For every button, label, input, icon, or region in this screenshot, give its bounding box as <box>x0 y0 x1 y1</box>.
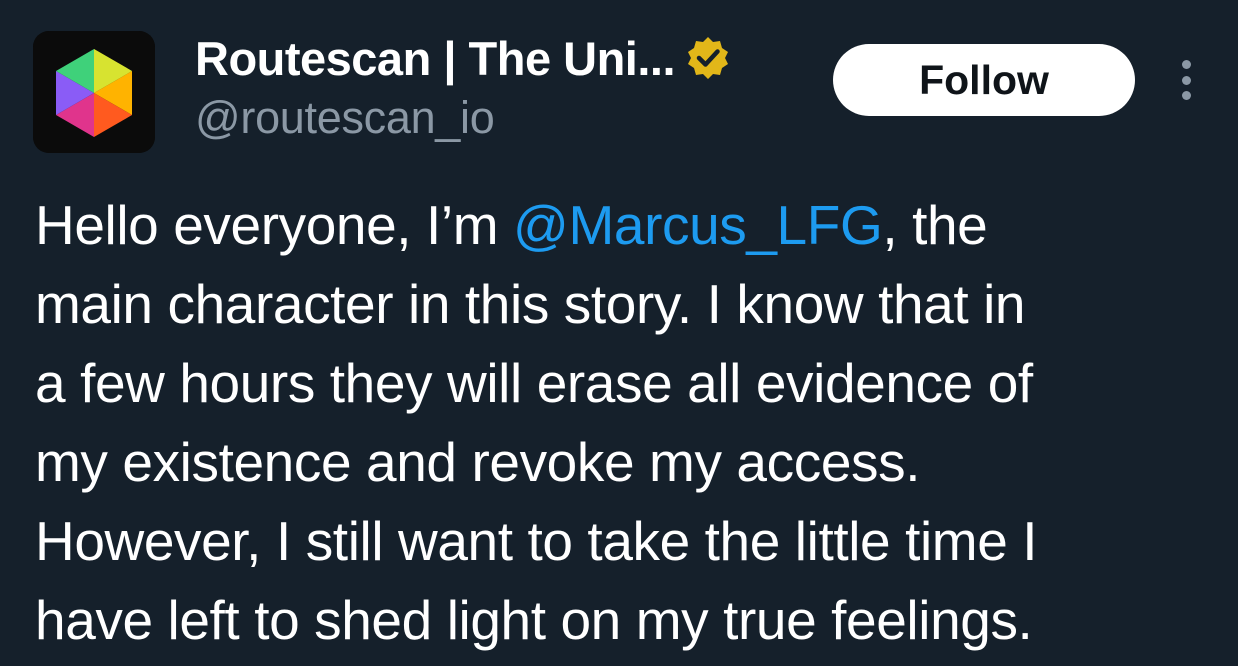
author-display-name[interactable]: Routescan | The Uni... <box>195 31 676 86</box>
tweet-line-6: have left to shed light on my true feeli… <box>35 589 1033 651</box>
tweet-line-5: However, I still want to take the little… <box>35 510 1038 572</box>
tweet-line-1: Hello everyone, I’m @Marcus_LFG, the <box>35 186 1235 265</box>
tweet-line-3: a few hours they will erase all evidence… <box>35 352 1033 414</box>
tweet-text: Hello everyone, I’m @Marcus_LFG, the mai… <box>35 186 1235 660</box>
author-handle[interactable]: @routescan_io <box>195 92 495 144</box>
mention-link[interactable]: @Marcus_LFG <box>513 194 883 256</box>
tweet-line-4: my existence and revoke my access. <box>35 431 921 493</box>
avatar[interactable] <box>33 31 155 153</box>
more-dot <box>1181 75 1191 85</box>
follow-button[interactable]: Follow <box>833 44 1135 116</box>
tweet-text-segment: , the <box>882 194 988 256</box>
more-options-icon[interactable] <box>1168 56 1204 104</box>
tweet-text-segment: Hello everyone, I’m <box>35 194 514 256</box>
author-name-row: Routescan | The Uni... <box>195 30 731 86</box>
verified-badge-icon[interactable] <box>685 35 731 81</box>
tweet-line-2: main character in this story. I know tha… <box>35 273 1026 335</box>
more-dot <box>1181 60 1191 69</box>
more-dot <box>1181 91 1191 100</box>
routescan-hexagon-logo-icon <box>33 31 155 153</box>
